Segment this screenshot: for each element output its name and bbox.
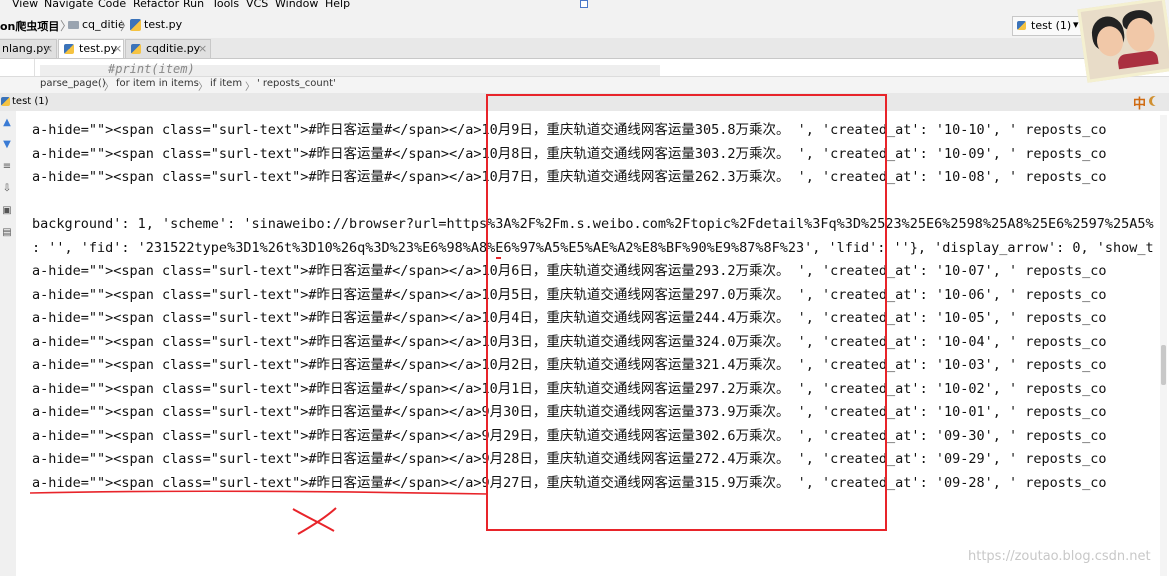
avatar-shirt: [1117, 49, 1159, 70]
console-line: a-hide=""><span class="surl-text">#昨日客运量…: [32, 122, 1107, 138]
scroll-to-end-icon[interactable]: ⇩: [1, 183, 13, 195]
nav-file[interactable]: test.py: [144, 18, 182, 31]
tab-label: cqditie.py: [146, 42, 201, 55]
console-line: a-hide=""><span class="surl-text">#昨日客运量…: [32, 451, 1107, 467]
console-line: a-hide=""><span class="surl-text">#昨日客运量…: [32, 357, 1107, 373]
console-line: a-hide=""><span class="surl-text">#昨日客运量…: [32, 381, 1107, 397]
code-editor[interactable]: #print(item): [0, 59, 1169, 76]
scrollbar-thumb[interactable]: [1161, 345, 1166, 385]
tab-label: test.py: [79, 42, 118, 55]
soft-wrap-icon[interactable]: ≡: [1, 161, 13, 173]
console-line: a-hide=""><span class="surl-text">#昨日客运量…: [32, 334, 1107, 350]
menu-run[interactable]: Run: [183, 0, 204, 10]
console-line: a-hide=""><span class="surl-text">#昨日客运量…: [32, 263, 1107, 279]
menu-tools[interactable]: Tools: [212, 0, 239, 10]
editor-tab-bar: nlang.py × test.py × cqditie.py ×: [0, 38, 1169, 59]
breadcrumb-item[interactable]: parse_page(): [40, 78, 106, 89]
run-toolbar: ▲ ▼ ≡ ⇩ ▣ ▤: [0, 111, 17, 576]
console-line: a-hide=""><span class="surl-text">#昨日客运量…: [32, 146, 1107, 162]
menu-navigate[interactable]: Navigate: [44, 0, 93, 10]
trash-icon[interactable]: ▤: [1, 227, 13, 239]
menu-code[interactable]: Code: [98, 0, 126, 10]
console-line: a-hide=""><span class="surl-text">#昨日客运量…: [32, 428, 1107, 444]
close-icon[interactable]: ×: [113, 42, 122, 55]
breadcrumb-item[interactable]: for item in items: [116, 78, 199, 89]
code-comment: #print(item): [108, 62, 195, 76]
run-tab-label[interactable]: test (1): [12, 96, 49, 107]
breadcrumb: parse_page() 〉 for item in items 〉 if it…: [0, 76, 1169, 94]
menu-view[interactable]: View: [12, 0, 38, 10]
tab-cqditie[interactable]: cqditie.py ×: [125, 39, 211, 58]
console-output[interactable]: a-hide=""><span class="surl-text">#昨日客运量…: [16, 111, 1169, 576]
print-icon[interactable]: ▣: [1, 205, 13, 217]
tab-test[interactable]: test.py ×: [58, 39, 124, 58]
run-config-label: test (1): [1031, 19, 1072, 32]
ime-indicator: 中: [1133, 97, 1147, 112]
watermark: https://zoutao.blog.csdn.net: [968, 549, 1151, 564]
up-arrow-icon[interactable]: ▲: [1, 117, 13, 129]
moon-icon: [1152, 96, 1162, 106]
breadcrumb-separator: 〉: [198, 82, 208, 93]
menu-vcs[interactable]: VCS: [246, 0, 268, 10]
tab-label: nlang.py: [2, 42, 50, 55]
menu-window[interactable]: Window: [275, 0, 318, 10]
python-file-icon: [130, 19, 141, 31]
console-line: a-hide=""><span class="surl-text">#昨日客运量…: [32, 287, 1107, 303]
menu-help[interactable]: Help: [325, 0, 350, 10]
console-line: a-hide=""><span class="surl-text">#昨日客运量…: [32, 475, 1107, 491]
menu-refactor[interactable]: Refactor: [133, 0, 179, 10]
breadcrumb-item[interactable]: if item: [210, 78, 242, 89]
console-scrollbar[interactable]: [1160, 115, 1167, 576]
down-arrow-icon[interactable]: ▼: [1, 139, 13, 151]
folder-icon: [68, 21, 79, 29]
python-run-icon: [1, 97, 10, 106]
console-line: : '', 'fid': '231522type%3D1%26t%3D10%26…: [32, 240, 1154, 256]
close-icon[interactable]: ×: [44, 42, 53, 55]
console-line: a-hide=""><span class="surl-text">#昨日客运量…: [32, 169, 1107, 185]
console-line: a-hide=""><span class="surl-text">#昨日客运量…: [32, 310, 1107, 326]
nav-folder[interactable]: cq_ditie: [82, 18, 125, 31]
python-file-icon: [131, 44, 141, 54]
navigation-bar: on爬虫项目 〉 cq_ditie 〉 test.py: [0, 12, 1169, 39]
run-tool-window-header: test (1) 中: [0, 93, 1169, 112]
avatar: [1077, 0, 1169, 83]
console-line: background': 1, 'scheme': 'sinaweibo://b…: [32, 216, 1154, 232]
breadcrumb-separator: 〉: [104, 82, 114, 93]
nav-project[interactable]: on爬虫项目: [0, 18, 59, 34]
window-resize-handle[interactable]: [580, 0, 588, 8]
python-run-icon: [1017, 21, 1026, 30]
chevron-down-icon: ▾: [1073, 18, 1079, 31]
gutter: [34, 59, 35, 76]
console-line: a-hide=""><span class="surl-text">#昨日客运量…: [32, 404, 1107, 420]
python-file-icon: [64, 44, 74, 54]
close-icon[interactable]: ×: [198, 42, 207, 55]
breadcrumb-separator: 〉: [245, 82, 255, 93]
run-config-dropdown[interactable]: test (1) ▾: [1012, 16, 1084, 36]
tab-nlang[interactable]: nlang.py ×: [0, 39, 57, 58]
breadcrumb-item[interactable]: ' reposts_count': [257, 78, 336, 89]
